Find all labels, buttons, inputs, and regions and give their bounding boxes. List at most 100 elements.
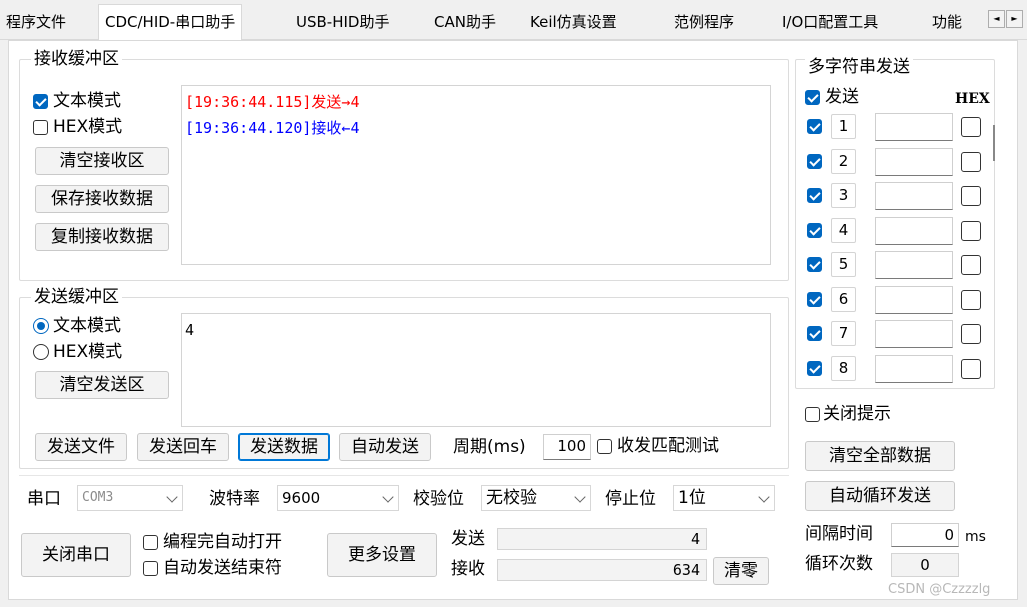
- multi-row-input[interactable]: [875, 147, 953, 176]
- stop-label: 停止位: [605, 489, 656, 509]
- stop-select[interactable]: 1位: [673, 485, 775, 511]
- main-panel: 接收缓冲区 文本模式 HEX模式 清空接收区 保存接收数据 复制接收数据 [19…: [8, 40, 1018, 600]
- clear-all-data-button[interactable]: 清空全部数据: [805, 441, 955, 471]
- parity-label: 校验位: [413, 489, 464, 509]
- multi-row-input[interactable]: [875, 113, 953, 141]
- multi-row-send-button[interactable]: 6: [831, 286, 856, 312]
- multi-row-hex-checkbox[interactable]: [961, 151, 981, 172]
- interval-input[interactable]: 0: [891, 523, 959, 547]
- multi-row-checkbox[interactable]: [807, 153, 822, 169]
- auto-open-label: 编程完自动打开: [163, 532, 282, 552]
- close-hint-checkbox[interactable]: [805, 407, 820, 422]
- multi-row-input[interactable]: [875, 320, 953, 348]
- multi-row-send-button[interactable]: 7: [831, 321, 856, 346]
- send-enter-button[interactable]: 发送回车: [137, 433, 229, 461]
- loop-count-input[interactable]: 0: [891, 553, 959, 577]
- multi-row-input[interactable]: [875, 182, 953, 210]
- tab-bar: 程序文件 CDC/HID-串口助手 USB-HID助手 CAN助手 Keil仿真…: [0, 0, 1027, 40]
- auto-loop-send-button[interactable]: 自动循环发送: [805, 481, 955, 511]
- multi-row-input[interactable]: [875, 251, 953, 279]
- receive-hex-mode-checkbox[interactable]: [33, 120, 48, 135]
- chevron-down-icon: [758, 491, 770, 503]
- period-input[interactable]: 100: [543, 434, 591, 460]
- parity-select[interactable]: 无校验: [481, 485, 591, 511]
- baud-label: 波特率: [209, 489, 260, 509]
- auto-send-button[interactable]: 自动发送: [339, 433, 431, 461]
- multi-row-hex-checkbox[interactable]: [961, 220, 981, 241]
- multi-row-hex-checkbox[interactable]: [961, 358, 981, 379]
- clear-send-button[interactable]: 清空发送区: [35, 371, 169, 399]
- auto-end-checkbox[interactable]: [143, 561, 158, 576]
- close-port-button[interactable]: 关闭串口: [21, 533, 131, 577]
- auto-open-checkbox[interactable]: [143, 535, 158, 550]
- period-label: 周期(ms): [453, 437, 526, 457]
- interval-unit: ms: [965, 529, 986, 545]
- send-group-title: 发送缓冲区: [31, 287, 122, 307]
- stop-select-value: 1位: [678, 488, 706, 508]
- multi-row-send-button[interactable]: 8: [831, 355, 856, 381]
- port-select-value: COM3: [82, 490, 114, 505]
- tab-program-files[interactable]: 程序文件: [0, 8, 72, 38]
- multi-row-hex-checkbox[interactable]: [961, 324, 981, 344]
- send-content: 4: [185, 321, 195, 339]
- multi-scrollbar[interactable]: [993, 125, 995, 161]
- copy-receive-button[interactable]: 复制接收数据: [35, 223, 169, 251]
- send-text-mode-radio[interactable]: [33, 318, 49, 334]
- save-receive-button[interactable]: 保存接收数据: [35, 185, 169, 213]
- receive-text-mode-checkbox[interactable]: [33, 94, 48, 109]
- receive-textarea[interactable]: [19:36:44.115]发送→4 [19:36:44.120]接收←4: [181, 85, 771, 265]
- multi-row-input[interactable]: [875, 285, 953, 314]
- multi-row-checkbox[interactable]: [807, 326, 822, 341]
- tab-examples[interactable]: 范例程序: [668, 8, 740, 38]
- multi-row-checkbox[interactable]: [807, 257, 822, 272]
- send-hex-mode-radio[interactable]: [33, 344, 49, 360]
- recv-count-label: 接收: [451, 559, 485, 579]
- baud-select-value: 9600: [282, 489, 321, 507]
- sent-count-label: 发送: [451, 529, 485, 549]
- multi-row-send-button[interactable]: 1: [831, 114, 856, 139]
- multi-row-hex-checkbox[interactable]: [961, 289, 981, 310]
- loop-count-label: 循环次数: [805, 554, 873, 574]
- multi-send-all-checkbox[interactable]: [805, 90, 820, 105]
- multi-row-send-button[interactable]: 4: [831, 217, 856, 243]
- tab-scroll-left-icon[interactable]: ◄: [988, 10, 1005, 28]
- tab-keil-debug[interactable]: Keil仿真设置: [524, 8, 623, 38]
- send-data-button[interactable]: 发送数据: [238, 433, 330, 461]
- multi-row-hex-checkbox[interactable]: [961, 186, 981, 206]
- chevron-down-icon: [574, 491, 586, 503]
- recv-count: 634: [497, 559, 707, 581]
- multi-row-checkbox[interactable]: [807, 119, 822, 134]
- tab-usb-hid[interactable]: USB-HID助手: [290, 8, 395, 38]
- multi-row-send-button[interactable]: 5: [831, 252, 856, 277]
- multi-row-hex-checkbox[interactable]: [961, 255, 981, 275]
- send-textarea[interactable]: 4: [181, 313, 771, 427]
- tab-scroll-right-icon[interactable]: ►: [1006, 10, 1023, 28]
- tab-functions[interactable]: 功能: [926, 8, 968, 38]
- chevron-down-icon: [382, 491, 394, 503]
- send-file-button[interactable]: 发送文件: [35, 433, 127, 461]
- baud-select[interactable]: 9600: [277, 485, 399, 511]
- divider: [19, 475, 789, 476]
- clear-receive-button[interactable]: 清空接收区: [35, 147, 169, 175]
- multi-row-checkbox[interactable]: [807, 291, 822, 307]
- multi-row-input[interactable]: [875, 354, 953, 383]
- tab-can[interactable]: CAN助手: [428, 8, 502, 38]
- tab-io-config[interactable]: I/O口配置工具: [776, 8, 884, 38]
- more-settings-button[interactable]: 更多设置: [327, 533, 437, 577]
- receive-hex-mode-label: HEX模式: [53, 117, 123, 137]
- multi-row-send-button[interactable]: 2: [831, 148, 856, 174]
- clear-counts-button[interactable]: 清零: [713, 557, 769, 585]
- multi-row-send-button[interactable]: 3: [831, 183, 856, 208]
- multi-send-header: 发送: [825, 87, 859, 107]
- tab-cdc-hid-serial[interactable]: CDC/HID-串口助手: [98, 4, 243, 40]
- multi-row-input[interactable]: [875, 216, 953, 245]
- multi-row-checkbox[interactable]: [807, 222, 822, 238]
- match-test-checkbox[interactable]: [597, 439, 612, 454]
- port-label: 串口: [27, 489, 61, 509]
- auto-end-label: 自动发送结束符: [163, 558, 282, 578]
- multi-row-checkbox[interactable]: [807, 188, 822, 203]
- multi-row-checkbox[interactable]: [807, 360, 822, 376]
- multi-hex-header: HEX: [955, 91, 990, 107]
- port-select[interactable]: COM3: [77, 485, 183, 511]
- multi-row-hex-checkbox[interactable]: [961, 117, 981, 137]
